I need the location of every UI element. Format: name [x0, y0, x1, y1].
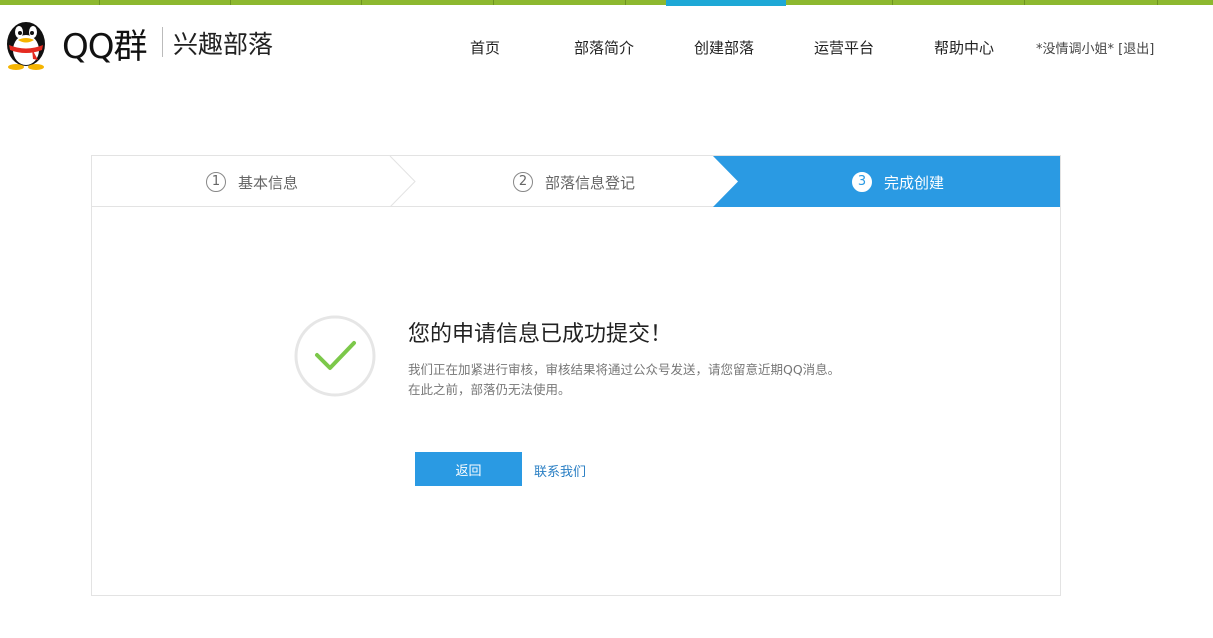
brand-name[interactable]: QQ群 — [62, 19, 148, 68]
step-2: 2 部落信息登记 — [513, 170, 635, 194]
step-1: 1 基本信息 — [206, 170, 298, 194]
checkmark-icon — [294, 315, 376, 397]
step-3-number: 3 — [852, 172, 872, 192]
user-name[interactable]: *没情调小姐* — [1036, 42, 1114, 57]
qq-penguin-icon[interactable] — [2, 14, 50, 70]
nav-item-create[interactable]: 创建部落 — [694, 37, 754, 58]
step-1-number: 1 — [206, 172, 226, 192]
contact-us-link[interactable]: 联系我们 — [534, 461, 586, 480]
result-line-2: 在此之前，部落仍无法使用。 — [408, 382, 571, 397]
user-info: *没情调小姐* [退出] — [1036, 38, 1154, 57]
logout-link[interactable]: [退出] — [1118, 42, 1154, 57]
step-2-number: 2 — [513, 172, 533, 192]
step-progress: 1 基本信息 2 部落信息登记 3 完成创建 — [92, 156, 1060, 207]
step-3: 3 完成创建 — [852, 170, 944, 194]
brand-subtitle[interactable]: 兴趣部落 — [173, 25, 273, 61]
nav-item-help[interactable]: 帮助中心 — [934, 37, 994, 58]
back-button[interactable]: 返回 — [415, 452, 522, 486]
result-line-1: 我们正在加紧进行审核，审核结果将通过公众号发送，请您留意近期QQ消息。 — [408, 362, 841, 377]
nav-item-about[interactable]: 部落简介 — [574, 37, 634, 58]
brand-divider — [162, 27, 163, 57]
create-result-panel: 1 基本信息 2 部落信息登记 3 完成创建 您的申请信息已成功提交！ 我们正在… — [91, 155, 1061, 596]
nav-item-operations[interactable]: 运营平台 — [814, 37, 874, 58]
result-title: 您的申请信息已成功提交！ — [408, 322, 673, 347]
step-2-label: 部落信息登记 — [545, 173, 636, 192]
step-3-label: 完成创建 — [884, 173, 945, 192]
nav-item-home[interactable]: 首页 — [470, 37, 500, 58]
step-1-label: 基本信息 — [238, 173, 299, 192]
result-description: 我们正在加紧进行审核，审核结果将通过公众号发送，请您留意近期QQ消息。 在此之前… — [408, 360, 878, 400]
site-header: QQ群 兴趣部落 首页 部落简介 创建部落 运营平台 帮助中心 *没情调小姐* … — [0, 5, 1213, 85]
